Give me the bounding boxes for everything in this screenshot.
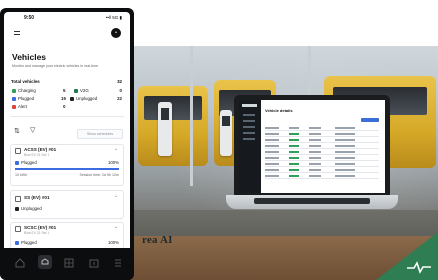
stat-plugged: Plugged (12, 96, 34, 101)
chevron-down-icon[interactable]: ⌄ (114, 224, 118, 230)
chevron-down-icon[interactable]: ⌄ (114, 193, 118, 199)
vehicles-app-screen: 9:50 ••ll 5G ▮ • Vehicles Monitor and ma… (4, 12, 130, 248)
total-vehicles-value: 32 (117, 79, 122, 84)
stat-charging: Charging (12, 88, 36, 93)
stat-v2g-value: 0 (119, 88, 122, 93)
vehicle-checkbox[interactable] (15, 196, 21, 202)
charging-icon (12, 88, 16, 93)
vehicle-meta: Blue EV 21 Set 1 (24, 231, 50, 235)
laptop-lid: Vehicle details (234, 95, 390, 199)
laptop-keyboard (254, 198, 370, 204)
charge-progress-bar (15, 168, 119, 170)
vehicle-status: Plugged (15, 240, 37, 245)
stat-alert-value: 0 (63, 104, 66, 109)
vehicle-status: Plugged (15, 160, 37, 165)
schedule-icon[interactable] (88, 256, 100, 268)
menu-icon[interactable] (14, 30, 24, 38)
divider (10, 116, 124, 117)
vehicle-energy: 10 kWh (15, 173, 28, 177)
v2g-icon (74, 88, 78, 93)
stat-alert: Alert (12, 104, 27, 109)
laptop-page-title: Vehicle details (265, 108, 293, 113)
brand-mark-icon (407, 261, 431, 274)
status-time: 9:50 (24, 15, 35, 21)
alert-icon (12, 104, 16, 109)
status-indicators: ••ll 5G ▮ (105, 15, 122, 20)
laptop-screen: Vehicle details (239, 100, 385, 193)
filter-icon[interactable]: ▽ (30, 126, 35, 134)
brand-text: rea AI (142, 234, 173, 246)
vehicle-status: Unplugged (15, 206, 42, 211)
vehicles-icon[interactable] (38, 255, 52, 269)
status-bar: 9:50 ••ll 5G ▮ (4, 12, 130, 26)
vehicle-charge-percent: 100% (108, 160, 119, 165)
charging-station (158, 102, 172, 156)
total-vehicles-label: Total vehicles (11, 79, 40, 84)
vehicle-name: SS (EV) #01 (24, 195, 50, 200)
show-schedules-button[interactable]: Show schedules (77, 129, 123, 139)
vehicle-name: SCSC (EV) #01 (24, 225, 57, 230)
stat-plugged-value: 15 (61, 96, 66, 101)
vehicle-checkbox[interactable] (15, 226, 21, 232)
vehicle-name: ACSS (EV) #01 (24, 147, 57, 152)
school-bus (138, 86, 208, 166)
vehicle-checkbox[interactable] (15, 148, 21, 154)
chevron-down-icon[interactable]: ⌄ (114, 146, 118, 152)
canopy-pole (190, 46, 193, 186)
chargers-icon[interactable] (63, 256, 75, 268)
unplugged-icon (70, 96, 74, 101)
stat-v2g: V2G (74, 88, 89, 93)
laptop: Vehicle details (226, 95, 398, 209)
stat-unplugged: Unplugged (70, 96, 97, 101)
laptop-sidebar (239, 100, 261, 193)
phone-mockup: 9:50 ••ll 5G ▮ • Vehicles Monitor and ma… (0, 8, 134, 280)
home-icon[interactable] (14, 256, 26, 268)
vehicle-charge-percent: 100% (108, 240, 119, 245)
vehicle-meta: Blue EV 21 Set 1 (24, 153, 50, 157)
plugged-icon (12, 96, 16, 101)
vehicle-session-time: Session time: 2d 5h 12m (79, 173, 119, 177)
avatar[interactable]: • (111, 28, 121, 38)
reports-icon[interactable] (112, 256, 124, 268)
bottom-tab-bar (0, 248, 134, 280)
page-title: Vehicles (12, 52, 47, 62)
sort-icon[interactable]: ⇅ (14, 127, 20, 135)
laptop-primary-button (361, 118, 379, 122)
stat-unplugged-value: 22 (117, 96, 122, 101)
page-subtitle: Monitor and manage your electric vehicle… (12, 64, 99, 68)
stat-charging-value: 5 (63, 88, 66, 93)
